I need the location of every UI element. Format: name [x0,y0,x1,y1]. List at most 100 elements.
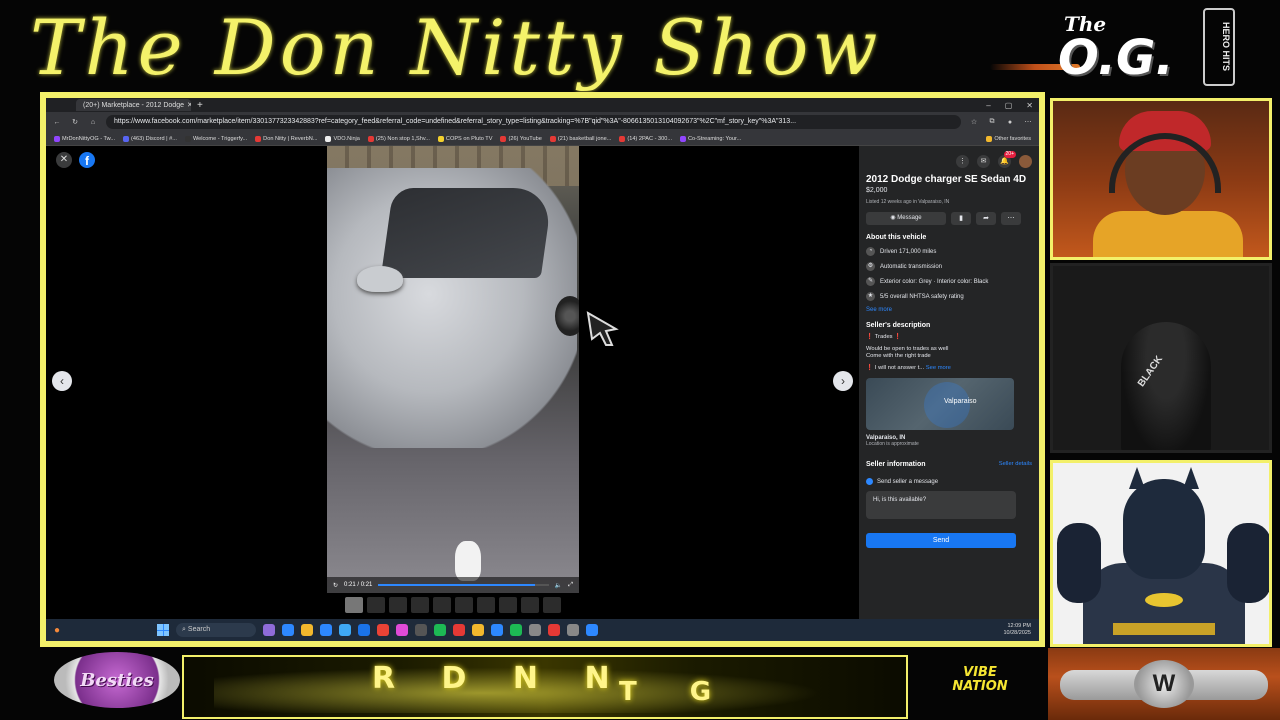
taskbar-app-icon[interactable] [529,624,542,636]
taskbar-app-icon[interactable] [567,624,580,636]
taskbar-search[interactable]: ⌕ Search [176,623,257,637]
volume-icon[interactable]: 🔈 [555,582,562,589]
location-radius [924,382,970,428]
bookmark-icon [619,135,626,142]
other-favorites[interactable]: Other favorites [986,135,1031,142]
bookmark-item[interactable]: (26) YouTube [500,135,542,142]
taskbar-apps [263,624,599,636]
location-map[interactable]: Valparaiso [866,378,1014,430]
thumbnail[interactable] [345,597,363,613]
taskbar-app-icon[interactable] [586,624,599,636]
tab-close-icon[interactable]: ✕ [187,101,191,109]
maximize-button[interactable]: ▢ [1005,101,1013,110]
messenger-icon[interactable]: ✉ [977,154,990,168]
video-time: 0:21 / 0:21 [344,582,373,588]
taskbar-app-icon[interactable] [358,624,371,636]
messenger-dot-icon [866,478,873,485]
message-button[interactable]: ◉ Message [866,212,946,225]
avatar[interactable] [1019,154,1032,168]
bookmark-item[interactable]: (14) 2PAC - 300... [619,135,672,142]
replay-icon[interactable]: ↻ [333,582,338,589]
bookmark-item[interactable]: (25) Non stop 1,Shv... [367,135,430,142]
tab-marketplace[interactable]: (20+) Marketplace - 2012 Dodge ✕ [76,99,191,111]
batman-belt [1113,623,1215,635]
thumbnail[interactable] [543,597,561,613]
close-window-button[interactable]: ✕ [1026,101,1033,110]
weather-icon[interactable]: ● [54,625,60,636]
windows-taskbar: ● ⌕ Search 12:09 PM 10/28/2025 [46,619,1039,641]
start-button[interactable] [157,624,170,636]
seller-details-link[interactable]: Seller details [999,461,1032,468]
taskbar-app-icon[interactable] [453,624,466,636]
taskbar-app-icon[interactable] [548,624,561,636]
taskbar-clock[interactable]: 12:09 PM 10/28/2025 [1003,623,1031,637]
webcam-person [1121,322,1211,450]
taskbar-app-icon[interactable] [301,624,314,636]
refresh-icon[interactable]: ↻ [70,118,80,126]
new-tab-button[interactable]: + [197,100,203,111]
thumbnail[interactable] [521,597,539,613]
minimize-button[interactable]: – [986,101,990,110]
facebook-logo-icon[interactable]: f [79,152,95,168]
save-bookmark-icon[interactable]: ▮ [951,212,971,225]
bookmark-item[interactable]: Welcome - Triggerfy... [184,135,247,142]
bookmark-item[interactable]: Don Nitty | ReverbN... [255,135,317,142]
menu-icon[interactable]: ⋯ [1023,118,1033,126]
avatar-panel [1050,98,1272,260]
thumbnail[interactable] [411,597,429,613]
notifications-icon[interactable]: 🔔 20+ [998,150,1016,168]
taskbar-app-icon[interactable] [396,624,409,636]
listing-video[interactable]: ↻ 0:21 / 0:21 🔈 ⤢ [327,146,579,593]
favorite-star-icon[interactable]: ☆ [969,118,979,126]
taskbar-app-icon[interactable] [472,624,485,636]
batman-head [1123,479,1205,579]
more-options-icon[interactable]: ⋯ [1001,212,1021,225]
taskbar-app-icon[interactable] [434,624,447,636]
previous-image-button[interactable]: ‹ [52,371,72,391]
share-icon[interactable]: ➦ [976,212,996,225]
video-progress-fill [378,584,536,586]
close-viewer-button[interactable]: ✕ [56,152,72,168]
bookmark-item[interactable]: COPS on Pluto TV [437,135,492,142]
bookmark-item[interactable]: (463) Discord | #... [123,135,177,142]
see-more-link[interactable]: See more [866,307,1032,313]
bookmark-item[interactable]: Co-Streaming: Your... [680,135,741,142]
seller-info-heading: Seller information [866,461,926,468]
thumbnail[interactable] [433,597,451,613]
menu-grid-icon[interactable]: ⋮ [956,154,969,168]
next-image-button[interactable]: › [833,371,853,391]
taskbar-app-icon[interactable] [282,624,295,636]
taskbar-app-icon[interactable] [377,624,390,636]
folder-icon [986,135,993,142]
vibe-nation-logo: VIBE NATION [952,665,1008,694]
bookmark-item[interactable]: VDO.Ninja [325,135,360,142]
back-icon[interactable]: ← [52,119,62,126]
thumbnail[interactable] [367,597,385,613]
fullscreen-icon[interactable]: ⤢ [568,582,573,589]
message-input[interactable]: Hi, is this available? [866,491,1016,519]
profile-icon[interactable]: ● [1005,119,1015,126]
thumbnail[interactable] [477,597,495,613]
bookmark-item[interactable]: (21) basketball jone... [549,135,611,142]
thumbnail[interactable] [499,597,517,613]
taskbar-app-icon[interactable] [510,624,523,636]
tab-bar: (20+) Marketplace - 2012 Dodge ✕ + – ▢ ✕ [46,98,1039,112]
thumbnail[interactable] [389,597,407,613]
extensions-icon[interactable]: ⧉ [987,118,997,126]
bookmark-icon [500,135,507,142]
thumbnail[interactable] [455,597,473,613]
bookmark-item[interactable]: MrDonNittyOG - Tw... [54,135,115,142]
taskbar-app-icon[interactable] [320,624,333,636]
url-input[interactable]: https://www.facebook.com/marketplace/ite… [106,115,961,129]
home-icon[interactable]: ⌂ [88,119,98,126]
taskbar-app-icon[interactable] [263,624,276,636]
taskbar-app-icon[interactable] [415,624,428,636]
taskbar-app-icon[interactable] [491,624,504,636]
send-button[interactable]: Send [866,533,1016,548]
video-progress-bar[interactable] [378,584,549,586]
taskbar-app-icon[interactable] [339,624,352,636]
stream-overlay: The Don Nitty Show The O.G. HERO HITS (2… [0,0,1280,720]
description-see-more-link[interactable]: See more [926,365,951,371]
red-mark-icon: ❗ [866,334,875,340]
star-icon: ★ [866,292,875,301]
